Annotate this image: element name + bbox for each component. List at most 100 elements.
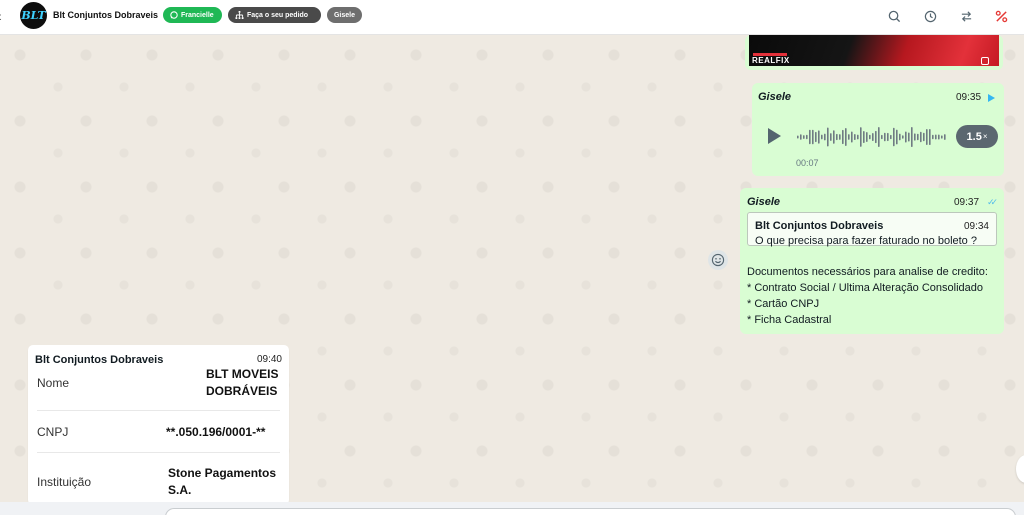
waveform-bar (824, 133, 826, 141)
sitemap-icon (235, 11, 244, 19)
waveform-bar (863, 131, 865, 143)
waveform-bar (890, 134, 892, 140)
waveform-bar (941, 135, 943, 139)
waveform-bar (920, 131, 922, 143)
value-line: Stone Pagamentos (168, 466, 277, 480)
quoted-message[interactable]: Blt Conjuntos Dobraveis 09:34 O que prec… (747, 212, 997, 247)
waveform-bar (860, 127, 862, 147)
reply-message: Gisele 09:37 ✓✓ Blt Conjuntos Dobraveis … (740, 188, 1004, 334)
message-line: * Contrato Social / Ultima Alteração Con… (747, 282, 984, 294)
waveform-bar (893, 127, 895, 147)
waveform-bar (932, 134, 934, 140)
speed-suffix: × (982, 132, 988, 141)
audio-message: Gisele 09:35 00:07 1.5 × (752, 83, 1004, 176)
transfer-icon[interactable] (958, 8, 974, 24)
emoji-reaction-icon[interactable] (708, 250, 728, 270)
avatar[interactable]: BLT (20, 2, 47, 29)
message-line: * Ficha Cadastral (747, 314, 832, 326)
waveform-bar (875, 130, 877, 144)
waveform-bar (800, 134, 802, 140)
message-image[interactable]: REALFIX (749, 35, 999, 66)
message-line: Documentos necessários para analise de c… (747, 266, 988, 278)
waveform-bar (836, 133, 838, 141)
waveform-bar (857, 134, 859, 140)
waveform-bar (923, 132, 925, 142)
playback-speed-button[interactable]: 1.5 × (956, 125, 998, 148)
waveform-bar (896, 129, 898, 145)
waveform-bar (899, 133, 901, 141)
pix-info-card: Blt Conjuntos Dobraveis 09:40 Nome BLT M… (28, 345, 289, 505)
waveform-bar (827, 127, 829, 147)
waveform-bar (926, 129, 928, 145)
waveform-bar (812, 129, 814, 145)
play-icon[interactable] (768, 128, 781, 144)
waveform-bar (905, 131, 907, 143)
waveform-bar (869, 134, 871, 140)
tag-faca-o-seu-pedido[interactable]: Faça o seu pedido (228, 7, 321, 23)
waveform-bar (848, 134, 850, 140)
message-body: Documentos necessários para analise de c… (747, 264, 988, 328)
waveform-bar (830, 133, 832, 141)
waveform-bar (914, 133, 916, 141)
waveform-bar (872, 133, 874, 141)
waveform-bar (806, 134, 808, 140)
waveform-bar (935, 134, 937, 140)
message-sender: Gisele (747, 196, 781, 208)
divider (37, 452, 280, 453)
played-indicator-icon (988, 94, 995, 102)
waveform-bar (845, 128, 847, 146)
divider (37, 410, 280, 411)
message-sender: Gisele (758, 91, 792, 103)
chat-header: ‹ BLT Blt Conjuntos Dobraveis Francielle… (0, 0, 1024, 35)
value-line: **.050.196/0001-** (166, 425, 266, 439)
waveform-bar (842, 129, 844, 145)
waveform-bar (809, 129, 811, 145)
audio-waveform[interactable] (797, 119, 947, 155)
image-message[interactable]: REALFIX (745, 35, 1003, 70)
waveform-bar (851, 131, 853, 143)
waveform-bar (833, 130, 835, 144)
waveform-bar (797, 135, 799, 139)
percent-icon[interactable] (993, 8, 1009, 24)
scroll-down-button[interactable] (1016, 455, 1024, 483)
message-time: 09:37 (954, 197, 980, 208)
tag-label: Faça o seu pedido (247, 11, 309, 19)
row-label-nome: Nome (37, 376, 70, 390)
read-ticks-icon: ✓✓ (987, 197, 998, 207)
quoted-sender: Blt Conjuntos Dobraveis (755, 220, 884, 232)
whatsapp-icon (170, 11, 178, 19)
search-icon[interactable] (886, 8, 902, 24)
waveform-bar (911, 126, 913, 148)
value-line: S.A. (168, 483, 192, 497)
waveform-bar (917, 133, 919, 141)
waveform-bar (821, 134, 823, 140)
waveform-bar (815, 131, 817, 143)
row-value-nome[interactable]: BLT MOVEIS DOBRÁVEIS (206, 366, 278, 400)
speed-value: 1.5 (966, 130, 982, 143)
waveform-bar (854, 133, 856, 141)
audio-duration: 00:07 (796, 158, 819, 168)
tag-gisele[interactable]: Gisele (327, 7, 362, 23)
row-label-instituicao: Instituição (37, 475, 92, 489)
waveform-bar (929, 128, 931, 146)
waveform-bar (884, 132, 886, 142)
value-line: BLT MOVEIS (206, 367, 279, 381)
quoted-time: 09:34 (963, 221, 989, 232)
value-line: DOBRÁVEIS (206, 384, 278, 398)
contact-name[interactable]: Blt Conjuntos Dobraveis (53, 10, 158, 20)
avatar-text: BLT (21, 9, 46, 22)
history-icon[interactable] (922, 8, 938, 24)
message-line: * Cartão CNPJ (747, 298, 820, 310)
tag-francielle[interactable]: Francielle (163, 7, 222, 23)
message-input[interactable] (165, 508, 1016, 515)
row-value-instituicao[interactable]: Stone Pagamentos S.A. (168, 465, 276, 499)
image-brand-text: REALFIX (752, 56, 790, 65)
chat-area[interactable]: REALFIX Gisele 09:35 00:07 1.5 × Gisele 0… (0, 35, 1024, 505)
waveform-bar (887, 132, 889, 142)
back-arrow-icon[interactable]: ‹ (0, 8, 2, 24)
card-sender: Blt Conjuntos Dobraveis (35, 354, 164, 366)
card-time: 09:40 (256, 354, 282, 365)
waveform-bar (878, 127, 880, 147)
row-value-cnpj[interactable]: **.050.196/0001-** (166, 424, 265, 441)
waveform-bar (803, 135, 805, 139)
